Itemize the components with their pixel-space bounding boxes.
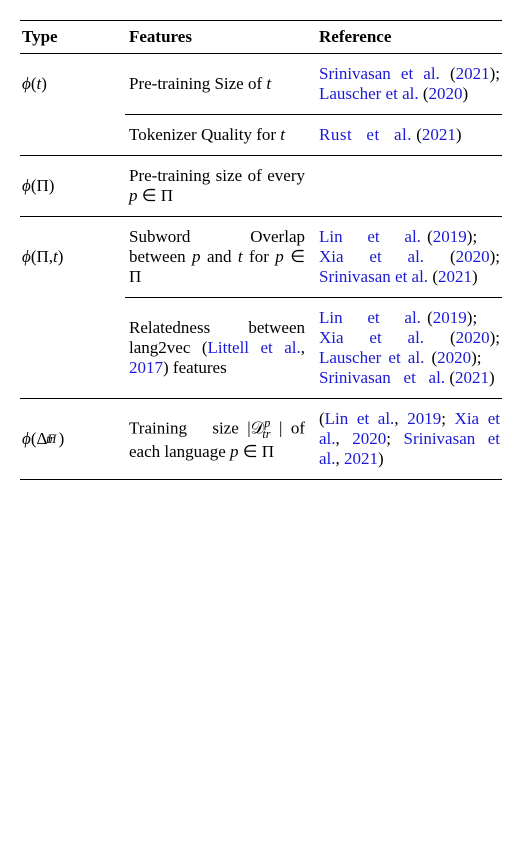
type-cell: ϕ(Π): [20, 156, 125, 216]
reference-cell: Srinivasan et al. (2021); Lauscher et al…: [315, 54, 502, 114]
table-row: Relatedness between lang2vec (Littell et…: [20, 298, 502, 398]
features-cell: Training size |𝒟ptr | of each language p…: [125, 399, 315, 479]
reference-cell: Rust et al. (2021): [315, 115, 502, 155]
features-cell: Pre-training Size of t: [125, 54, 315, 114]
rule-bottom: [20, 479, 502, 480]
header-reference: Reference: [315, 21, 502, 53]
features-table: Type Features Reference ϕ(t) Pre-trainin…: [20, 20, 502, 480]
features-cell: Relatedness between lang2vec (Littell et…: [125, 298, 315, 398]
header-features: Features: [125, 21, 315, 53]
header-type: Type: [20, 21, 125, 53]
type-cell: ϕ(t): [20, 54, 125, 114]
table-row: Tokenizer Quality for t Rust et al. (202…: [20, 115, 502, 155]
table-row: ϕ(Π, t) Subword Overlap between p and t …: [20, 217, 502, 297]
table-header-row: Type Features Reference: [20, 21, 502, 53]
type-cell-empty: [20, 115, 125, 155]
row-group-phi-pi-t: ϕ(Π, t) Subword Overlap between p and t …: [20, 217, 502, 398]
reference-cell: [315, 156, 502, 216]
features-cell: Subword Overlap between p and t for p ∈ …: [125, 217, 315, 297]
features-cell: Pre-training size of every p ∈ Π: [125, 156, 315, 216]
type-cell: ϕ(Π, t): [20, 217, 125, 297]
type-cell: ϕ(ΔΠtr ): [20, 399, 125, 479]
row-group-phi-t: ϕ(t) Pre-training Size of t Srinivasan e…: [20, 54, 502, 155]
reference-cell: (Lin et al., 2019; Xia et al., 2020; Sri…: [315, 399, 502, 479]
table-row: ϕ(ΔΠtr ) Training size |𝒟ptr | of each l…: [20, 399, 502, 479]
type-cell-empty: [20, 298, 125, 398]
table-row: ϕ(t) Pre-training Size of t Srinivasan e…: [20, 54, 502, 114]
table-row: ϕ(Π) Pre-training size of every p ∈ Π: [20, 156, 502, 216]
reference-cell: Lin et al. (2019); Xia et al. (2020); Sr…: [315, 217, 502, 297]
reference-cell: Lin et al. (2019); Xia et al. (2020); La…: [315, 298, 502, 398]
features-cell: Tokenizer Quality for t: [125, 115, 315, 155]
